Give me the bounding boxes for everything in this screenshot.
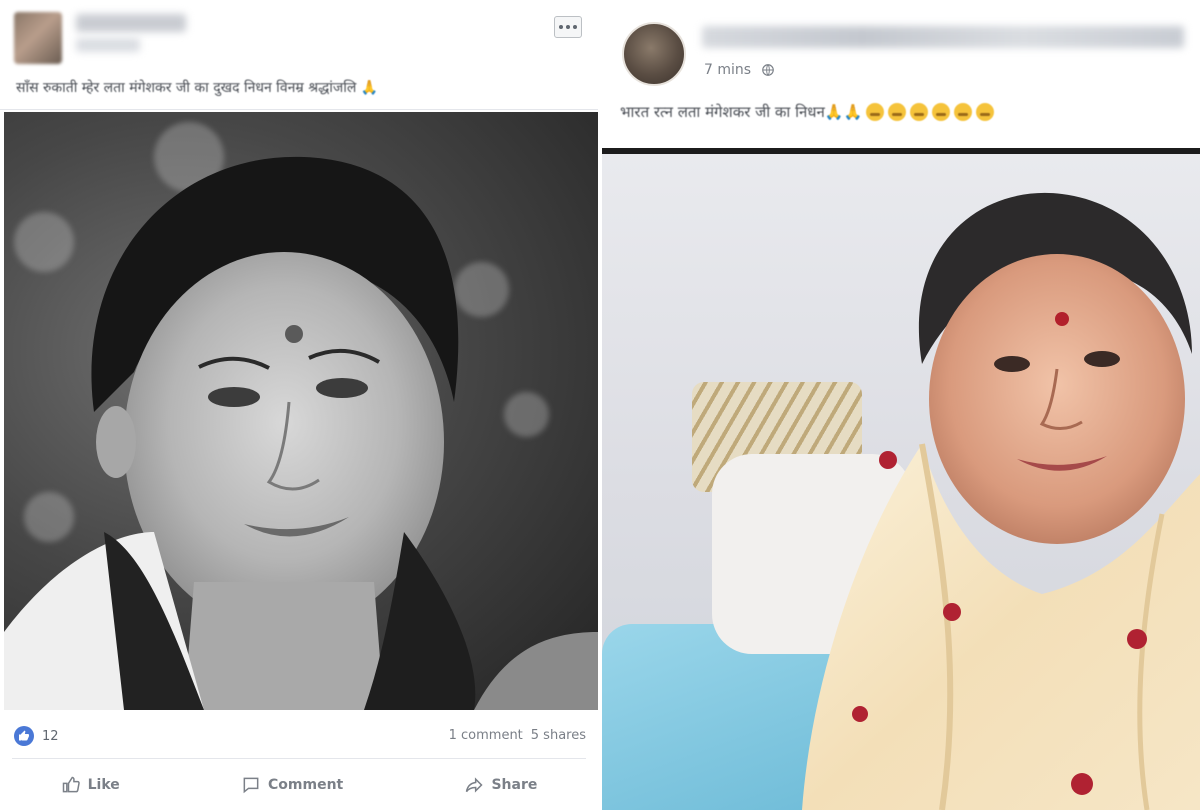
comment-icon — [243, 777, 259, 794]
comment-button[interactable]: Comment — [241, 775, 343, 795]
globe-icon — [762, 64, 774, 76]
left-post-footer: 12 1 comment 5 shares Like Comment Share — [0, 712, 598, 810]
crying-emoji-icon — [976, 103, 995, 121]
thumbs-up-icon — [62, 776, 80, 793]
divider — [12, 758, 586, 759]
like-button[interactable]: Like — [61, 775, 120, 795]
share-count[interactable]: 5 shares — [531, 728, 586, 743]
dot-icon — [573, 25, 577, 29]
sad-emoji-icon — [910, 103, 929, 121]
crying-emoji-icon — [888, 103, 907, 121]
right-post: 7 mins भारत रत्न लता मंगेशकर जी का निधन🙏… — [602, 0, 1200, 810]
shawl-dot — [1127, 629, 1147, 649]
crying-emoji-icon — [866, 103, 885, 121]
dot-icon — [559, 25, 563, 29]
post-photo[interactable] — [602, 154, 1200, 810]
more-options-button[interactable] — [554, 16, 582, 38]
post-meta: 7 mins — [704, 62, 775, 78]
like-label: Like — [87, 777, 120, 793]
post-photo[interactable] — [4, 112, 598, 710]
post-text: भारत रत्न लता मंगेशकर जी का निधन🙏🙏 — [620, 102, 995, 122]
share-icon — [466, 777, 484, 793]
dot-icon — [566, 25, 570, 29]
reaction-count: 12 — [42, 728, 59, 744]
post-text: साँस रुकाती म्हेर लता मंगेशकर जी का दुखद… — [16, 80, 379, 96]
left-post: साँस रुकाती म्हेर लता मंगेशकर जी का दुखद… — [0, 0, 598, 810]
shawl-dot — [1071, 773, 1093, 795]
redacted-post-meta — [76, 38, 140, 52]
right-post-header: 7 mins भारत रत्न लता मंगेशकर जी का निधन🙏… — [602, 0, 1200, 148]
like-reaction-icon — [14, 726, 34, 746]
portrait-illustration — [802, 192, 1200, 810]
sad-emoji-icon — [932, 103, 951, 121]
comment-label: Comment — [268, 777, 344, 793]
post-time[interactable]: 7 mins — [704, 62, 751, 78]
post-actions: Like Comment Share — [0, 770, 598, 800]
engagement-counts: 1 comment 5 shares — [449, 728, 586, 743]
avatar[interactable] — [622, 22, 686, 86]
shawl-dot — [852, 706, 868, 722]
share-label: Share — [491, 777, 538, 793]
post-text-body: भारत रत्न लता मंगेशकर जी का निधन🙏🙏 — [620, 103, 863, 121]
reaction-summary[interactable]: 12 — [14, 726, 59, 746]
redacted-author-name — [76, 14, 186, 32]
crying-emoji-icon — [954, 103, 973, 121]
share-button[interactable]: Share — [464, 775, 537, 795]
portrait-illustration — [4, 156, 598, 710]
shawl-dot — [879, 451, 897, 469]
avatar[interactable] — [14, 12, 62, 64]
left-post-header: साँस रुकाती म्हेर लता मंगेशकर जी का दुखद… — [0, 0, 598, 110]
redacted-author-name — [702, 26, 1184, 48]
shawl-dot — [943, 603, 961, 621]
comment-count[interactable]: 1 comment — [449, 728, 523, 743]
